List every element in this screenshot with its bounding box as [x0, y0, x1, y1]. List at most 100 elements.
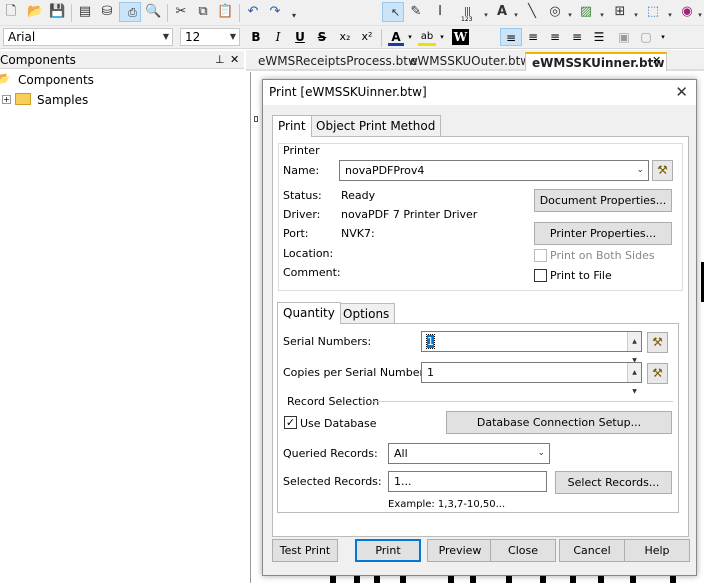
copies-spinner[interactable]: ▲ ▼ [627, 363, 641, 395]
word-art-button[interactable]: W [452, 29, 469, 45]
cancel-button[interactable]: Cancel [559, 539, 625, 562]
copy-icon[interactable]: ⧉ [195, 4, 211, 20]
serial-settings-icon[interactable]: ⚒ [647, 332, 668, 353]
serial-numbers-spinner[interactable]: ▲ ▼ [627, 332, 641, 364]
picture-tool-icon[interactable]: ▨ [578, 4, 594, 20]
database-icon[interactable]: ⛁ [99, 4, 115, 20]
line-tool-icon[interactable]: ╲ [524, 4, 540, 20]
chevron-down-icon[interactable]: ⌄ [537, 444, 545, 463]
use-database-checkbox[interactable]: ✓ [284, 416, 297, 429]
folder-icon [15, 93, 31, 105]
justify-icon[interactable]: ≡ [568, 28, 586, 46]
print-to-file-label: Print to File [550, 269, 612, 282]
chevron-down-icon[interactable]: ▼ [163, 29, 169, 45]
printer-properties-button[interactable]: Printer Properties... [534, 222, 672, 245]
select-records-button[interactable]: Select Records... [555, 471, 672, 494]
serial-numbers-input[interactable]: 1 ▲ ▼ [421, 331, 642, 364]
superscript-button[interactable]: x² [358, 28, 376, 46]
font-name-combo[interactable]: Arial ▼ [3, 28, 173, 46]
strikethrough-button[interactable]: S [314, 28, 330, 46]
shape-tool-icon[interactable]: ◎ [547, 4, 563, 20]
table-tool-icon[interactable]: ⊞ [612, 4, 628, 20]
database-setup-button[interactable]: Database Connection Setup... [446, 411, 672, 434]
help-button[interactable]: Help [624, 539, 690, 562]
subscript-button[interactable]: x₂ [336, 28, 354, 46]
chevron-down-icon[interactable]: ▼ [230, 29, 236, 45]
align-tool-icon[interactable]: ⬚ [645, 4, 661, 20]
dialog-close-icon[interactable]: ✕ [675, 83, 688, 101]
underline-button[interactable]: U [292, 28, 308, 46]
save-icon[interactable]: 💾 [49, 4, 65, 20]
tab-options[interactable]: Options [337, 303, 396, 324]
align-left-icon[interactable]: ≡ [500, 28, 522, 46]
cut-icon[interactable]: ✂ [173, 4, 189, 20]
eyedropper-icon[interactable]: ✎ [408, 4, 424, 20]
dialog-titlebar: Print [eWMSSKUinner.btw] ✕ [263, 80, 696, 105]
chevron-down-icon[interactable]: ▾ [438, 28, 446, 46]
record-selection-divider [373, 401, 673, 402]
chevron-down-icon[interactable]: ▾ [662, 7, 678, 23]
text-cursor-icon[interactable]: I [432, 4, 448, 20]
align-center-icon[interactable]: ≡ [524, 28, 542, 46]
copies-settings-icon[interactable]: ⚒ [647, 363, 668, 384]
close-icon[interactable]: ✕ [230, 51, 239, 69]
justify-all-icon[interactable]: ☰ [590, 28, 608, 46]
open-folder-icon[interactable]: 📂 [27, 4, 43, 20]
tab-object-print-method[interactable]: Object Print Method [310, 115, 442, 136]
italic-button[interactable]: I [270, 28, 286, 46]
new-document-icon[interactable]: 🗋 [3, 4, 19, 20]
font-color-button[interactable]: A [388, 28, 404, 46]
print-icon[interactable]: ⎙ [119, 2, 141, 22]
align-right-icon[interactable]: ≡ [546, 28, 564, 46]
chevron-down-icon[interactable]: ▾ [406, 28, 414, 46]
pointer-tool-icon[interactable]: ↖ [382, 2, 404, 22]
document-properties-button[interactable]: Document Properties... [534, 189, 672, 212]
queried-records-select[interactable]: All ⌄ [388, 443, 550, 464]
toolbar-overflow-icon[interactable]: ▾ [659, 28, 667, 46]
barcode-bar [598, 576, 604, 583]
tab-ewms-sku-outer[interactable]: eWMSSKUOuter.btw [404, 52, 536, 71]
tree-item-components[interactable]: 📂 Components [0, 71, 244, 89]
port-value: NVK7: [341, 227, 375, 240]
chevron-down-icon[interactable]: ▾ [692, 7, 704, 23]
clear-format-icon[interactable]: ▢ [637, 28, 655, 46]
tab-ewms-sku-inner[interactable]: eWMSSKUinner.btw [525, 52, 667, 71]
chevron-down-icon[interactable]: ▾ [594, 7, 610, 23]
format-painter-icon[interactable]: ▣ [615, 28, 633, 46]
font-size-combo[interactable]: 12 ▼ [180, 28, 240, 46]
chevron-down-icon[interactable]: ▾ [628, 7, 644, 23]
print-both-sides-checkbox[interactable] [534, 249, 547, 262]
port-label: Port: [283, 227, 309, 240]
tab-ewms-receipts[interactable]: eWMSReceiptsProcess.btw [252, 52, 424, 71]
tab-print[interactable]: Print [272, 115, 312, 137]
chevron-down-icon[interactable]: ▾ [478, 7, 494, 23]
preview-button[interactable]: Preview [427, 539, 493, 562]
barcode-bar [630, 576, 636, 583]
chevron-down-icon[interactable]: ⌄ [636, 161, 644, 180]
chevron-down-icon[interactable]: ▾ [562, 7, 578, 23]
page-setup-icon[interactable]: ▤ [77, 4, 93, 20]
copies-input[interactable]: 1 ▲ ▼ [421, 362, 642, 395]
test-print-button[interactable]: Test Print [272, 539, 338, 562]
barcode-bar [354, 576, 360, 583]
status-value: Ready [341, 189, 376, 202]
print-button[interactable]: Print [355, 539, 421, 562]
chevron-down-icon[interactable]: ▾ [508, 7, 524, 23]
highlight-button[interactable]: ab [418, 28, 436, 46]
undo-icon[interactable]: ↶ [245, 4, 261, 20]
bold-button[interactable]: B [248, 28, 264, 46]
pin-icon[interactable]: ⊥ [215, 51, 225, 69]
tree-item-samples[interactable]: + Samples [0, 91, 244, 109]
close-tab-icon[interactable]: ✕ [652, 54, 661, 67]
selected-records-input[interactable]: 1... [388, 471, 547, 492]
tab-quantity[interactable]: Quantity [277, 302, 341, 324]
printer-settings-icon[interactable]: ⚒ [652, 160, 673, 181]
printer-name-select[interactable]: novaPDFProv4 ⌄ [339, 160, 649, 181]
close-button[interactable]: Close [490, 539, 556, 562]
print-to-file-checkbox[interactable] [534, 269, 547, 282]
redo-icon[interactable]: ↷ [267, 4, 283, 20]
expand-icon[interactable]: + [2, 95, 11, 104]
toolbar-overflow-icon[interactable]: ▾ [286, 8, 302, 24]
paste-icon[interactable]: 📋 [217, 4, 233, 20]
print-preview-icon[interactable]: 🔍 [145, 4, 161, 20]
